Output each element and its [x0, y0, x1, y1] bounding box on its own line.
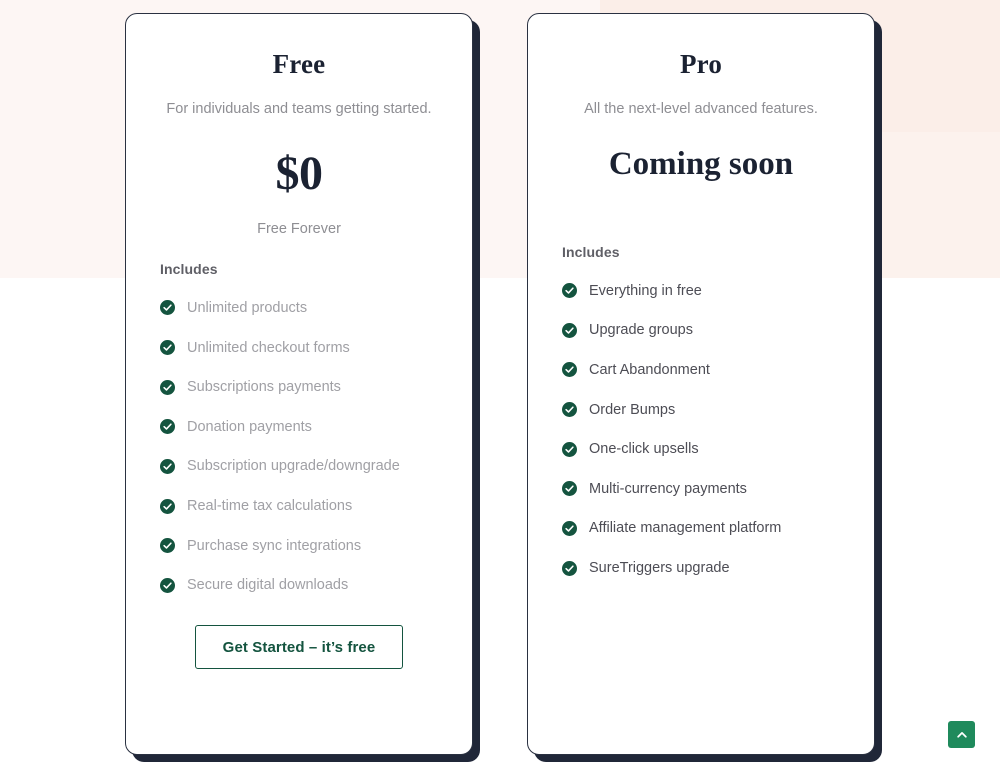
plan-name-pro: Pro [679, 49, 723, 79]
list-item: Unlimited checkout forms [160, 339, 438, 357]
feature-label: SureTriggers upgrade [589, 560, 730, 576]
feature-label: Multi-currency payments [589, 480, 747, 497]
feature-label: Upgrade groups [589, 322, 693, 339]
check-circle-icon [160, 379, 175, 395]
plan-description-pro: All the next-level advanced features. [584, 101, 818, 118]
pricing-card-pro-content: Pro All the next-level advanced features… [528, 14, 874, 754]
feature-label: Subscriptions payments [187, 379, 341, 396]
feature-label: Cart Abandonment [589, 361, 710, 378]
check-circle-icon [562, 283, 577, 299]
feature-label: Donation payments [187, 418, 312, 435]
check-circle-icon [160, 419, 175, 435]
feature-list-pro: Everything in free Upgrade groups Cart A… [562, 282, 840, 599]
scroll-to-top-button[interactable] [948, 721, 975, 748]
list-item: One-click upsells [562, 440, 840, 458]
check-circle-icon [160, 340, 175, 356]
feature-label: Purchase sync integrations [187, 537, 362, 554]
plan-description-free: For individuals and teams getting starte… [166, 101, 432, 118]
check-circle-icon [562, 481, 577, 497]
price-note-free: Free Forever [257, 220, 341, 237]
check-circle-icon [562, 322, 577, 338]
list-item: SureTriggers upgrade [562, 559, 840, 577]
feature-label: Subscription upgrade/downgrade [187, 458, 400, 475]
check-circle-icon [160, 498, 175, 514]
check-circle-icon [562, 560, 577, 576]
check-circle-icon [160, 300, 175, 316]
price-block-pro: Coming soon [562, 146, 840, 220]
feature-label: Affiliate management platform [589, 520, 782, 537]
feature-label: Unlimited products [187, 299, 308, 316]
plan-name-free: Free [272, 49, 326, 79]
feature-label: One-click upsells [589, 441, 699, 458]
price-amount-free: $0 [275, 146, 324, 200]
list-item: Affiliate management platform [562, 519, 840, 537]
list-item: Cart Abandonment [562, 361, 840, 379]
get-started-button[interactable]: Get Started – it’s free [195, 625, 403, 669]
list-item: Donation payments [160, 418, 438, 436]
cta-area-free: Get Started – it’s free [160, 625, 438, 754]
pricing-cards-container: Free For individuals and teams getting s… [0, 0, 1000, 772]
includes-label-free: Includes [160, 260, 218, 277]
list-item: Unlimited products [160, 299, 438, 317]
list-item: Subscriptions payments [160, 378, 438, 396]
list-item: Real-time tax calculations [160, 497, 438, 515]
feature-label: Unlimited checkout forms [187, 339, 350, 356]
feature-label: Real-time tax calculations [187, 498, 353, 514]
feature-list-free: Unlimited products Unlimited checkout fo… [160, 299, 438, 616]
includes-label-pro: Includes [562, 243, 620, 260]
pricing-card-free-content: Free For individuals and teams getting s… [126, 14, 472, 754]
list-item: Order Bumps [562, 401, 840, 419]
check-circle-icon [562, 362, 577, 378]
list-item: Secure digital downloads [160, 576, 438, 594]
list-item: Everything in free [562, 282, 840, 300]
check-circle-icon [562, 402, 577, 418]
price-amount-pro: Coming soon [608, 145, 794, 182]
chevron-up-icon [956, 731, 967, 738]
price-block-free: $0 Free Forever [160, 146, 438, 237]
feature-label: Order Bumps [589, 401, 676, 418]
list-item: Purchase sync integrations [160, 537, 438, 555]
list-item: Upgrade groups [562, 321, 840, 339]
feature-label: Everything in free [589, 282, 702, 299]
pricing-card-free: Free For individuals and teams getting s… [125, 13, 473, 755]
list-item: Multi-currency payments [562, 480, 840, 498]
feature-label: Secure digital downloads [187, 577, 349, 594]
pricing-card-pro: Pro All the next-level advanced features… [527, 13, 875, 755]
check-circle-icon [562, 520, 577, 536]
check-circle-icon [160, 458, 175, 474]
list-item: Subscription upgrade/downgrade [160, 457, 438, 475]
check-circle-icon [160, 577, 175, 593]
check-circle-icon [562, 441, 577, 457]
check-circle-icon [160, 538, 175, 554]
